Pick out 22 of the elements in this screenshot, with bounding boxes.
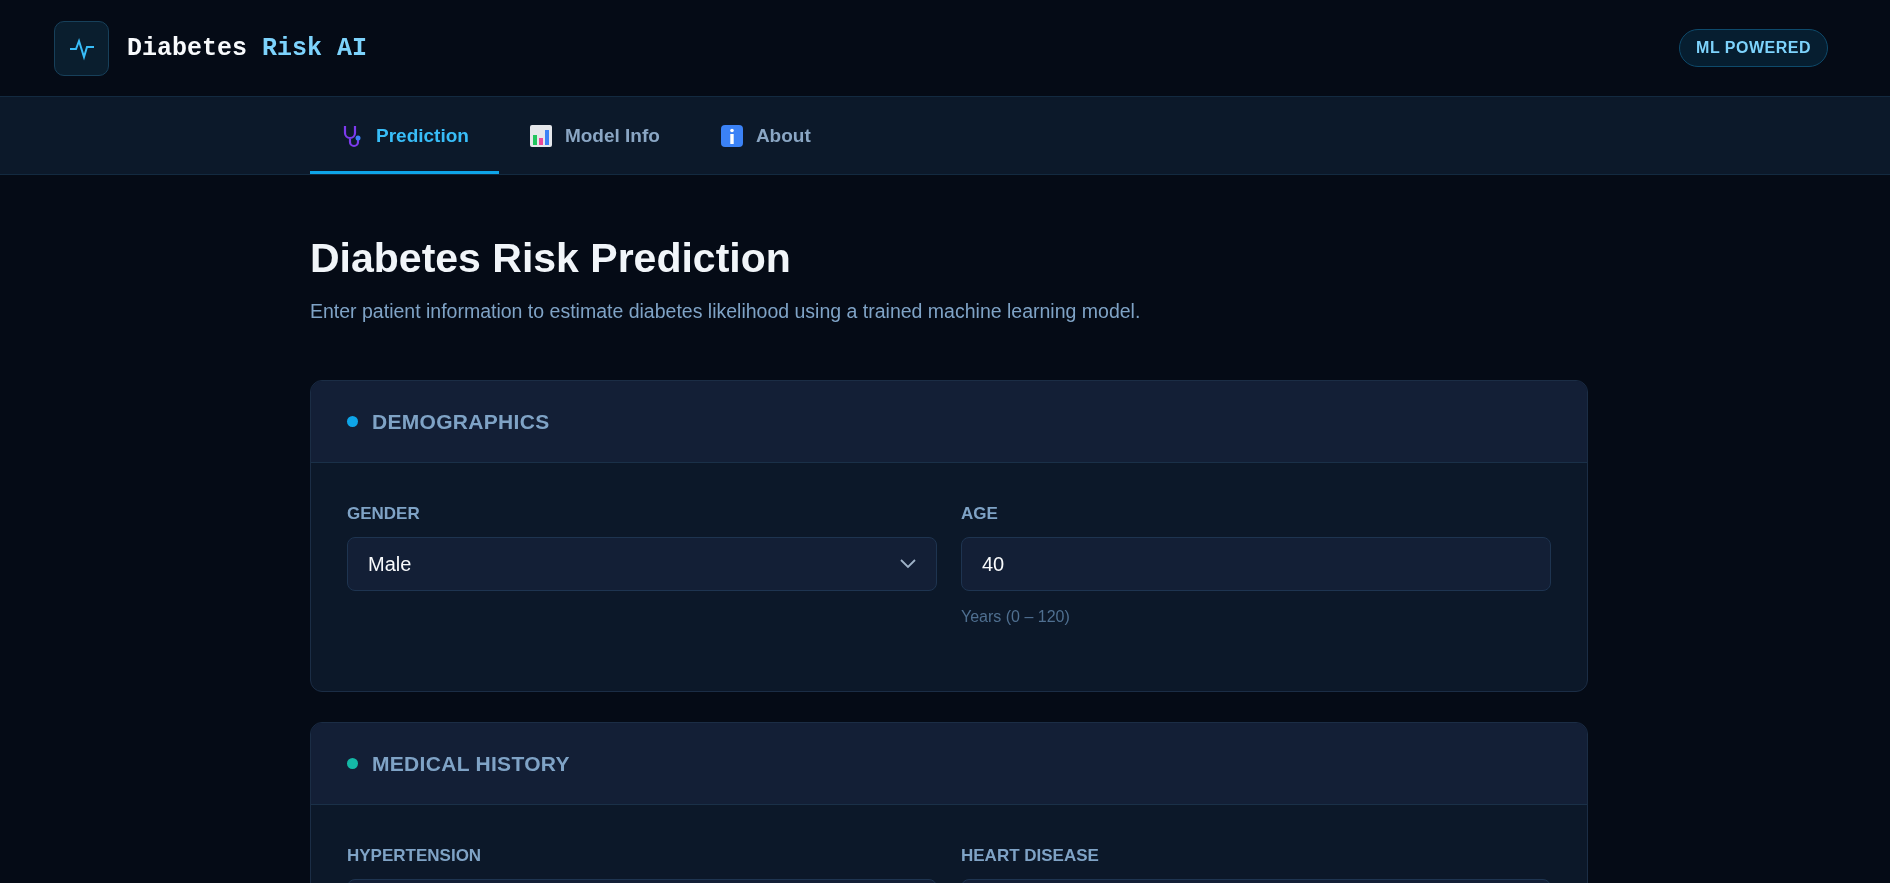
section-title: DEMOGRAPHICS — [372, 409, 550, 434]
input-field[interactable]: 40 — [961, 537, 1551, 591]
info-icon — [719, 123, 744, 148]
field-label: GENDER — [347, 504, 421, 524]
select-field[interactable]: Male — [347, 537, 937, 591]
logo-icon — [54, 20, 109, 76]
section-title: MEDICAL HISTORY — [372, 751, 570, 776]
nav-tab[interactable]: Prediction — [310, 97, 499, 174]
field-value: Male — [368, 552, 412, 576]
field-label: HEART DISEASE — [961, 846, 1100, 866]
field-label: AGE — [961, 504, 999, 524]
page-subtitle: Enter patient information to estimate diabetes likelihood using a trained machine learning model. — [310, 300, 1142, 323]
field-label: HYPERTENSION — [347, 846, 483, 866]
chevron-down-icon — [900, 559, 916, 569]
nav-tab[interactable]: Model Info — [498, 97, 690, 174]
field-hint: Years (0 – 120) — [961, 608, 1071, 626]
page-heading: Diabetes Risk Prediction — [310, 235, 792, 282]
app-title: Diabetes Risk AI — [127, 33, 368, 63]
status-badge: ML POWERED — [1679, 29, 1828, 67]
bar-chart-icon — [528, 123, 553, 148]
field-value: 40 — [982, 552, 1005, 576]
nav-tab[interactable]: About — [689, 97, 841, 174]
